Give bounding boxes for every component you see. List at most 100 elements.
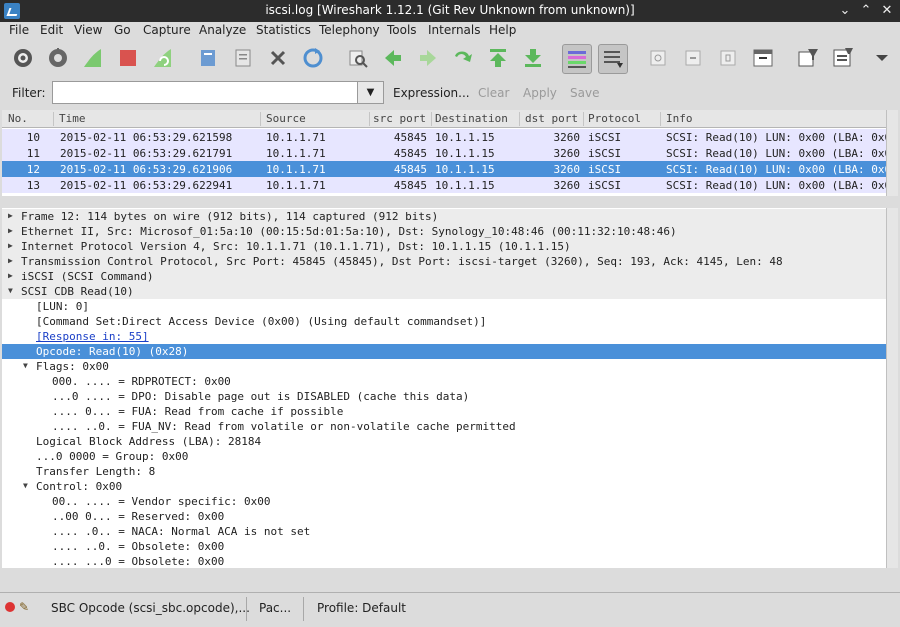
menu-analyze[interactable]: Analyze: [199, 23, 246, 37]
detail-row[interactable]: 00.. .... = Vendor specific: 0x00: [2, 494, 886, 509]
detail-row[interactable]: ▶ iSCSI (SCSI Command): [2, 269, 886, 284]
column-header-time[interactable]: Time: [59, 112, 86, 125]
stop-capture-icon[interactable]: [116, 46, 140, 70]
normal-size-icon[interactable]: [716, 46, 740, 70]
detail-row[interactable]: 000. .... = RDPROTECT: 0x00: [2, 374, 886, 389]
apply-button[interactable]: Apply: [523, 86, 557, 100]
menu-statistics[interactable]: Statistics: [256, 23, 311, 37]
go-last-icon[interactable]: [521, 46, 545, 70]
window-title: iscsi.log [Wireshark 1.12.1 (Git Rev Unk…: [265, 3, 635, 17]
detail-row[interactable]: .... 0... = FUA: Read from cache if poss…: [2, 404, 886, 419]
detail-row[interactable]: ▶ Transmission Control Protocol, Src Port…: [2, 254, 886, 269]
detail-row[interactable]: ▼ Control: 0x00: [2, 479, 886, 494]
go-forward-icon[interactable]: [416, 46, 440, 70]
menu-telephony[interactable]: Telephony: [319, 23, 380, 37]
find-packet-icon[interactable]: [346, 46, 370, 70]
open-file-icon[interactable]: [196, 46, 220, 70]
expand-arrow-icon[interactable]: ▶: [8, 211, 13, 220]
menu-tools[interactable]: Tools: [387, 23, 417, 37]
save-filter-button[interactable]: Save: [570, 86, 599, 100]
zoom-out-icon[interactable]: [681, 46, 705, 70]
filter-dropdown-icon[interactable]: ▼: [358, 81, 384, 104]
column-header-source[interactable]: Source: [266, 112, 306, 125]
start-capture-icon[interactable]: [81, 46, 105, 70]
filter-input[interactable]: [52, 81, 358, 104]
pane-splitter[interactable]: [0, 196, 900, 208]
display-filters-icon[interactable]: [831, 46, 855, 70]
clear-button[interactable]: Clear: [478, 86, 509, 100]
expand-arrow-icon[interactable]: ▶: [8, 241, 13, 250]
detail-row[interactable]: [Command Set:Direct Access Device (0x00)…: [2, 314, 886, 329]
packet-list-scrollbar[interactable]: [886, 110, 898, 196]
expand-arrow-icon[interactable]: ▶: [8, 226, 13, 235]
interface-list-icon[interactable]: [11, 46, 35, 70]
reload-icon[interactable]: [301, 46, 325, 70]
capture-filters-icon[interactable]: [796, 46, 820, 70]
detail-row[interactable]: ...0 .... = DPO: Disable page out is DIS…: [2, 389, 886, 404]
column-header-protocol[interactable]: Protocol: [588, 112, 641, 125]
menu-edit[interactable]: Edit: [40, 23, 63, 37]
restart-capture-icon[interactable]: [151, 46, 175, 70]
auto-scroll-icon[interactable]: [598, 44, 628, 74]
detail-row[interactable]: Opcode: Read(10) (0x28): [2, 344, 886, 359]
go-back-icon[interactable]: [381, 46, 405, 70]
detail-row[interactable]: .... ..0. = Obsolete: 0x00: [2, 539, 886, 554]
save-file-icon[interactable]: [231, 46, 255, 70]
detail-row[interactable]: ▶ Internet Protocol Version 4, Src: 10.1.…: [2, 239, 886, 254]
column-header-no[interactable]: No.: [8, 112, 28, 125]
packet-row[interactable]: 11 2015-02-11 06:53:29.621791 10.1.1.71 458…: [2, 145, 886, 161]
close-file-icon[interactable]: [266, 46, 290, 70]
column-header-dst-port[interactable]: dst port: [525, 112, 578, 125]
collapse-arrow-icon[interactable]: ▼: [23, 481, 28, 490]
detail-text[interactable]: [Response in: 55]: [36, 330, 149, 343]
packet-details-tree[interactable]: ▶ Frame 12: 114 bytes on wire (912 bits),…: [2, 208, 886, 568]
more-icon[interactable]: [870, 46, 894, 70]
packet-row[interactable]: 12 2015-02-11 06:53:29.621906 10.1.1.71 458…: [2, 161, 886, 177]
packet-details-scrollbar[interactable]: [886, 208, 898, 568]
detail-row[interactable]: ...0 0000 = Group: 0x00: [2, 449, 886, 464]
collapse-arrow-icon[interactable]: ▼: [8, 286, 13, 295]
detail-row[interactable]: .... ..0. = FUA_NV: Read from volatile o…: [2, 419, 886, 434]
column-header-info[interactable]: Info: [666, 112, 693, 125]
minimize-button[interactable]: ⌄: [836, 2, 854, 20]
menu-file[interactable]: File: [9, 23, 29, 37]
detail-row[interactable]: ▼ SCSI CDB Read(10): [2, 284, 886, 299]
capture-options-icon[interactable]: [46, 46, 70, 70]
packet-list[interactable]: No. Time Source src port Destination dst…: [2, 110, 886, 196]
packet-cell-no: 11: [26, 147, 40, 160]
detail-row[interactable]: ▼ Flags: 0x00: [2, 359, 886, 374]
resize-columns-icon[interactable]: [751, 46, 775, 70]
menu-go[interactable]: Go: [114, 23, 131, 37]
go-to-packet-icon[interactable]: [451, 46, 475, 70]
detail-row[interactable]: [Response in: 55]: [2, 329, 886, 344]
capture-comment-icon[interactable]: ✎: [19, 600, 29, 614]
packet-row[interactable]: 13 2015-02-11 06:53:29.622941 10.1.1.71 458…: [2, 177, 886, 193]
menu-view[interactable]: View: [74, 23, 102, 37]
close-button[interactable]: ✕: [878, 2, 896, 20]
packet-cell-time: 2015-02-11 06:53:29.621906: [60, 163, 233, 176]
detail-row[interactable]: Logical Block Address (LBA): 28184: [2, 434, 886, 449]
menu-help[interactable]: Help: [489, 23, 516, 37]
detail-row[interactable]: ▶ Frame 12: 114 bytes on wire (912 bits),…: [2, 209, 886, 224]
maximize-button[interactable]: ⌃: [857, 2, 875, 20]
menu-internals[interactable]: Internals: [428, 23, 481, 37]
detail-row[interactable]: Transfer Length: 8: [2, 464, 886, 479]
expand-arrow-icon[interactable]: ▶: [8, 271, 13, 280]
zoom-in-icon[interactable]: [646, 46, 670, 70]
status-profile[interactable]: Profile: Default: [317, 601, 406, 615]
expression-button[interactable]: Expression...: [393, 86, 470, 100]
go-first-icon[interactable]: [486, 46, 510, 70]
packet-row[interactable]: 10 2015-02-11 06:53:29.621598 10.1.1.71 458…: [2, 129, 886, 145]
expert-info-icon[interactable]: [5, 602, 15, 612]
detail-row[interactable]: .... .0.. = NACA: Normal ACA is not set: [2, 524, 886, 539]
detail-row[interactable]: ..00 0... = Reserved: 0x00: [2, 509, 886, 524]
column-header-src-port[interactable]: src port: [373, 112, 426, 125]
collapse-arrow-icon[interactable]: ▼: [23, 361, 28, 370]
detail-row[interactable]: .... ...0 = Obsolete: 0x00: [2, 554, 886, 568]
detail-row[interactable]: [LUN: 0]: [2, 299, 886, 314]
colorize-icon[interactable]: [562, 44, 592, 74]
detail-row[interactable]: ▶ Ethernet II, Src: Microsof_01:5a:10 (00…: [2, 224, 886, 239]
menu-capture[interactable]: Capture: [143, 23, 191, 37]
column-header-destination[interactable]: Destination: [435, 112, 508, 125]
expand-arrow-icon[interactable]: ▶: [8, 256, 13, 265]
